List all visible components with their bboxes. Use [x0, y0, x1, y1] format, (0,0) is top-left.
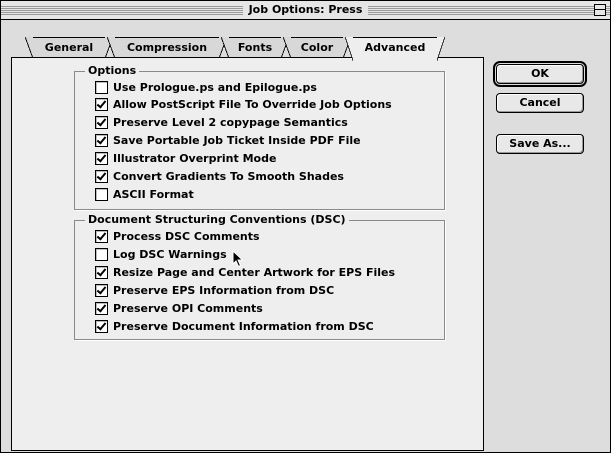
option-label: Preserve Level 2 copypage Semantics [113, 115, 348, 129]
tab-compression[interactable]: Compression [107, 37, 227, 59]
cancel-button[interactable]: Cancel [496, 93, 584, 113]
option-preserve-document-info[interactable]: Preserve Document Information from DSC [95, 318, 374, 334]
option-label: Log DSC Warnings [113, 247, 227, 261]
checkbox-illustrator-overprint[interactable] [95, 151, 108, 165]
tab-color[interactable]: Color [283, 37, 351, 59]
option-log-dsc-warnings[interactable]: Log DSC Warnings [95, 246, 227, 262]
option-use-prologue[interactable]: Use Prologue.ps and Epilogue.ps [95, 79, 317, 95]
job-options-window: Job Options: Press General Compression F… [0, 0, 611, 453]
dsc-group-title: Document Structuring Conventions (DSC) [85, 213, 349, 227]
checkbox-allow-postscript-override[interactable] [95, 97, 108, 111]
option-label: Save Portable Job Ticket Inside PDF File [113, 133, 361, 147]
option-label: Resize Page and Center Artwork for EPS F… [113, 265, 396, 279]
option-convert-gradients[interactable]: Convert Gradients To Smooth Shades [95, 168, 344, 184]
option-label: Use Prologue.ps and Epilogue.ps [113, 80, 317, 94]
mouse-pointer-icon [232, 250, 244, 268]
option-process-dsc-comments[interactable]: Process DSC Comments [95, 228, 260, 244]
option-preserve-level2-copypage[interactable]: Preserve Level 2 copypage Semantics [95, 114, 348, 130]
option-label: Preserve Document Information from DSC [113, 319, 374, 333]
option-label: Illustrator Overprint Mode [113, 151, 277, 165]
option-resize-page-eps[interactable]: Resize Page and Center Artwork for EPS F… [95, 264, 395, 280]
dsc-groupbox: Document Structuring Conventions (DSC) P… [74, 213, 445, 340]
checkbox-process-dsc-comments[interactable] [95, 229, 108, 243]
checkbox-log-dsc-warnings[interactable] [95, 247, 108, 261]
option-preserve-opi-comments[interactable]: Preserve OPI Comments [95, 300, 263, 316]
checkbox-save-job-ticket[interactable] [95, 133, 108, 147]
option-label: ASCII Format [113, 187, 194, 201]
ok-button[interactable]: OK [493, 61, 587, 87]
checkbox-convert-gradients[interactable] [95, 169, 108, 183]
options-groupbox: Options Use Prologue.ps and Epilogue.ps … [74, 64, 445, 210]
checkbox-preserve-eps-info[interactable] [95, 283, 108, 297]
option-label: Preserve OPI Comments [113, 301, 263, 315]
option-illustrator-overprint[interactable]: Illustrator Overprint Mode [95, 150, 276, 166]
option-allow-postscript-override[interactable]: Allow PostScript File To Override Job Op… [95, 96, 392, 112]
tab-general[interactable]: General [25, 37, 113, 59]
tab-fonts[interactable]: Fonts [221, 37, 289, 59]
option-preserve-eps-info[interactable]: Preserve EPS Information from DSC [95, 282, 334, 298]
option-ascii-format[interactable]: ASCII Format [95, 186, 194, 202]
tab-advanced[interactable]: Advanced [345, 37, 445, 61]
checkbox-use-prologue[interactable] [95, 80, 108, 94]
checkbox-ascii-format[interactable] [95, 187, 108, 201]
option-save-job-ticket[interactable]: Save Portable Job Ticket Inside PDF File [95, 132, 361, 148]
checkbox-preserve-document-info[interactable] [95, 319, 108, 333]
title-bar[interactable]: Job Options: Press [1, 1, 610, 20]
option-label: Allow PostScript File To Override Job Op… [113, 97, 392, 111]
options-group-title: Options [85, 64, 140, 78]
option-label: Preserve EPS Information from DSC [113, 283, 335, 297]
option-label: Process DSC Comments [113, 229, 260, 243]
window-title: Job Options: Press [242, 2, 369, 18]
option-label: Convert Gradients To Smooth Shades [113, 169, 344, 183]
advanced-panel: Options Use Prologue.ps and Epilogue.ps … [11, 57, 484, 451]
collapse-box-icon[interactable] [594, 4, 606, 16]
checkbox-resize-page-eps[interactable] [95, 265, 108, 279]
checkbox-preserve-opi-comments[interactable] [95, 301, 108, 315]
checkbox-preserve-level2-copypage[interactable] [95, 115, 108, 129]
save-as-button[interactable]: Save As... [496, 134, 584, 154]
